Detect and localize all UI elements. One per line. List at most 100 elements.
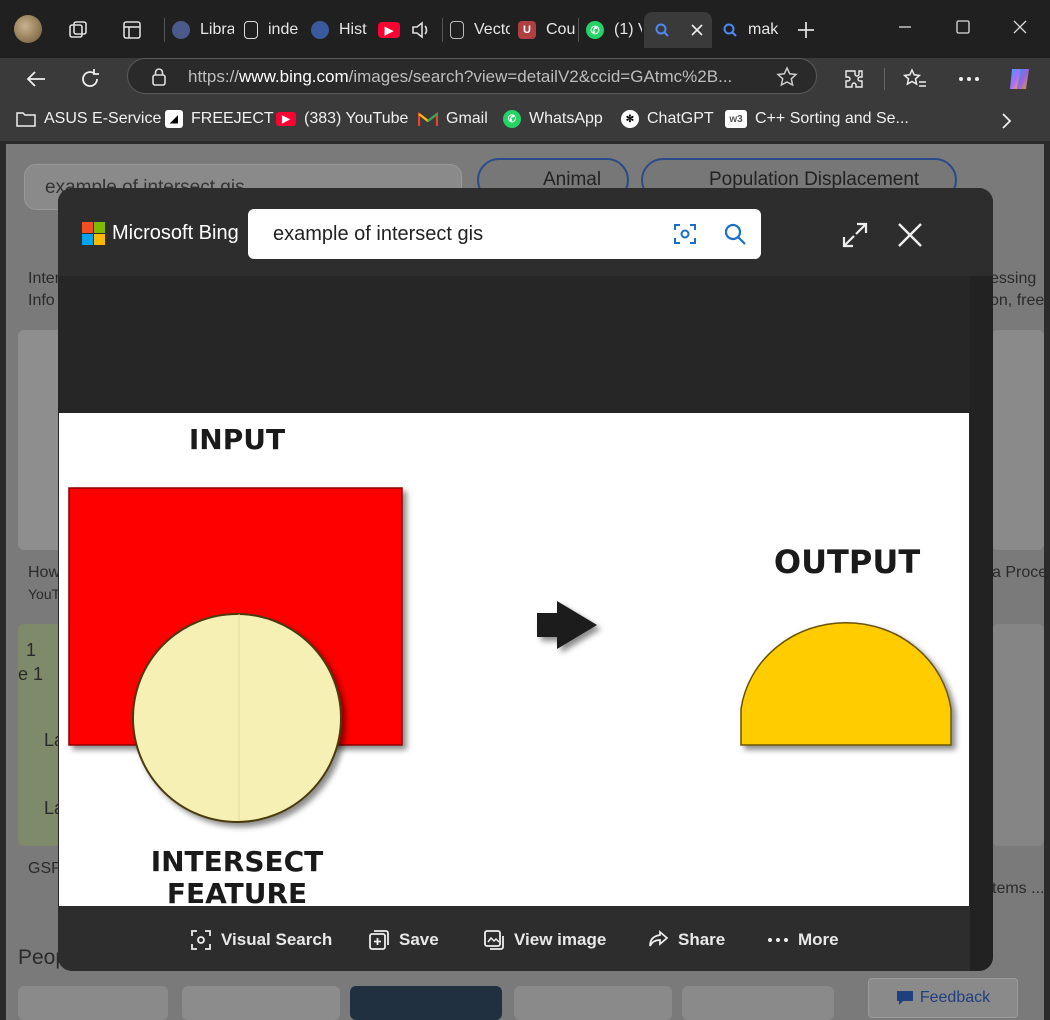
minimize-icon[interactable] (882, 10, 928, 44)
output-shape (740, 621, 952, 746)
tab-history[interactable]: Hist (311, 12, 371, 48)
image-detail-modal: Microsoft Bing example of intersect gis (58, 188, 993, 971)
tab-label: inde (268, 21, 299, 38)
bookmark-gmail[interactable]: Gmail (418, 110, 488, 128)
vertical-tabs-icon[interactable] (120, 18, 144, 42)
bookmark-whatsapp[interactable]: ✆ WhatsApp (503, 110, 603, 128)
tab-libra[interactable]: Libra (172, 12, 234, 48)
snippet-text: YouT (28, 586, 61, 602)
thumbnail[interactable] (514, 986, 672, 1020)
thumbnail[interactable] (18, 986, 168, 1020)
view-image-button[interactable]: View image (483, 929, 606, 951)
youtube-icon: ▶ (276, 112, 296, 126)
bookmark-label: FREEJECT (191, 110, 274, 127)
freeject-icon: ◢ (165, 110, 183, 128)
thumbnail[interactable] (992, 330, 1044, 550)
bookmark-freeject[interactable]: ◢ FREEJECT (165, 110, 274, 128)
snippet-text: Info (28, 292, 55, 309)
copilot-icon[interactable] (1002, 62, 1038, 96)
save-button[interactable]: Save (368, 929, 439, 951)
url-prefix: https:// (188, 67, 240, 86)
search-icon[interactable] (721, 220, 749, 248)
bookmark-w3schools[interactable]: w3 C++ Sorting and Se... (725, 110, 909, 128)
w3schools-icon: w3 (725, 110, 747, 128)
diagram-svg: INPUT INTERSECT FEATURE OUTPUT (68, 423, 952, 910)
visual-search-icon (190, 929, 212, 951)
intersect-diagram-image[interactable]: INPUT INTERSECT FEATURE OUTPUT (59, 413, 969, 914)
modal-search-input[interactable]: example of intersect gis (248, 209, 761, 259)
document-icon (244, 21, 258, 39)
tab-bing-make[interactable]: mak (722, 12, 780, 48)
bookmark-label: Gmail (446, 110, 488, 127)
tab-separator (164, 18, 165, 42)
expand-icon[interactable] (839, 219, 871, 251)
action-label: Visual Search (221, 930, 333, 949)
more-button[interactable]: More (767, 929, 839, 951)
snippet-text: How (28, 564, 61, 581)
bookmark-label: C++ Sorting and Se... (755, 110, 909, 127)
bookmark-youtube[interactable]: ▶ (383) YouTube (276, 110, 408, 128)
whatsapp-icon: ✆ (503, 110, 521, 128)
previous-image-arrow[interactable] (74, 754, 114, 814)
url-text[interactable]: https://www.bing.com/images/search?view=… (188, 67, 758, 87)
tab-label: Vecto (474, 21, 510, 38)
feedback-button[interactable]: Feedback (868, 978, 1018, 1018)
close-icon[interactable] (894, 219, 926, 251)
menu-more-icon[interactable] (951, 62, 987, 96)
back-icon[interactable] (18, 62, 54, 96)
snippet-text: a Proce (992, 564, 1048, 581)
next-image-arrow[interactable] (914, 754, 954, 814)
tab-separator (578, 18, 579, 42)
thumbnail[interactable] (350, 986, 502, 1020)
action-label: View image (514, 930, 607, 949)
tab-vector[interactable]: Vecto (450, 12, 510, 48)
extensions-icon[interactable] (836, 62, 872, 96)
more-icon (767, 929, 789, 951)
snippet-text: essing (990, 270, 1037, 287)
visual-search-button[interactable]: Visual Search (190, 929, 332, 951)
bookmark-chatgpt[interactable]: ✻ ChatGPT (621, 110, 714, 128)
chevron-right-icon[interactable] (995, 110, 1017, 132)
bookmark-asus[interactable]: ASUS E-Service (16, 110, 161, 128)
output-label: OUTPUT (774, 543, 920, 581)
microsoft-logo-icon (82, 222, 105, 245)
tab-bing-active[interactable] (644, 12, 712, 48)
bookmark-label: (383) YouTube (304, 110, 409, 127)
feedback-label: Feedback (919, 989, 991, 1006)
youtube-icon: ▶ (378, 22, 400, 38)
thumbnail[interactable] (682, 986, 834, 1020)
image-viewer: INPUT INTERSECT FEATURE OUTPUT (58, 276, 970, 916)
visual-search-icon[interactable] (672, 221, 698, 247)
arrow-shape (537, 601, 597, 649)
input-label: INPUT (189, 423, 285, 456)
lock-icon[interactable] (150, 67, 168, 87)
intersect-circle (132, 613, 342, 823)
speaker-icon[interactable] (410, 19, 432, 41)
workspaces-icon[interactable] (66, 18, 90, 42)
share-button[interactable]: Share (647, 929, 725, 951)
course-icon: U (518, 21, 536, 39)
refresh-icon[interactable] (72, 62, 108, 96)
favorites-icon[interactable] (897, 62, 933, 96)
chatgpt-icon: ✻ (621, 110, 639, 128)
bing-search-icon (655, 23, 669, 37)
maximize-icon[interactable] (940, 10, 986, 44)
tab-index[interactable]: inde (244, 12, 302, 48)
tab-label: mak (748, 21, 779, 38)
address-bar[interactable]: https://www.bing.com/images/search?view=… (127, 58, 817, 94)
favorite-star-icon[interactable] (776, 66, 798, 88)
tab-youtube-audio[interactable]: ▶ (378, 12, 438, 48)
snippet-text: 1 (26, 640, 37, 660)
tab-whatsapp[interactable]: ✆ (1) V (586, 12, 642, 48)
bookmark-label: ChatGPT (647, 110, 714, 127)
close-window-icon[interactable] (997, 10, 1043, 44)
profile-avatar[interactable] (14, 15, 42, 43)
thumbnail[interactable] (182, 986, 340, 1020)
modal-header: Microsoft Bing example of intersect gis (58, 188, 993, 276)
new-tab-icon[interactable] (794, 18, 818, 42)
modal-search-query: example of intersect gis (273, 223, 484, 245)
title-bar: Libra inde Hist ▶ Vecto U Cou ✆ (1) V ma… (0, 0, 1050, 58)
tab-course[interactable]: U Cou (518, 12, 576, 48)
close-tab-icon[interactable] (690, 23, 704, 37)
thumbnail[interactable] (992, 624, 1044, 846)
